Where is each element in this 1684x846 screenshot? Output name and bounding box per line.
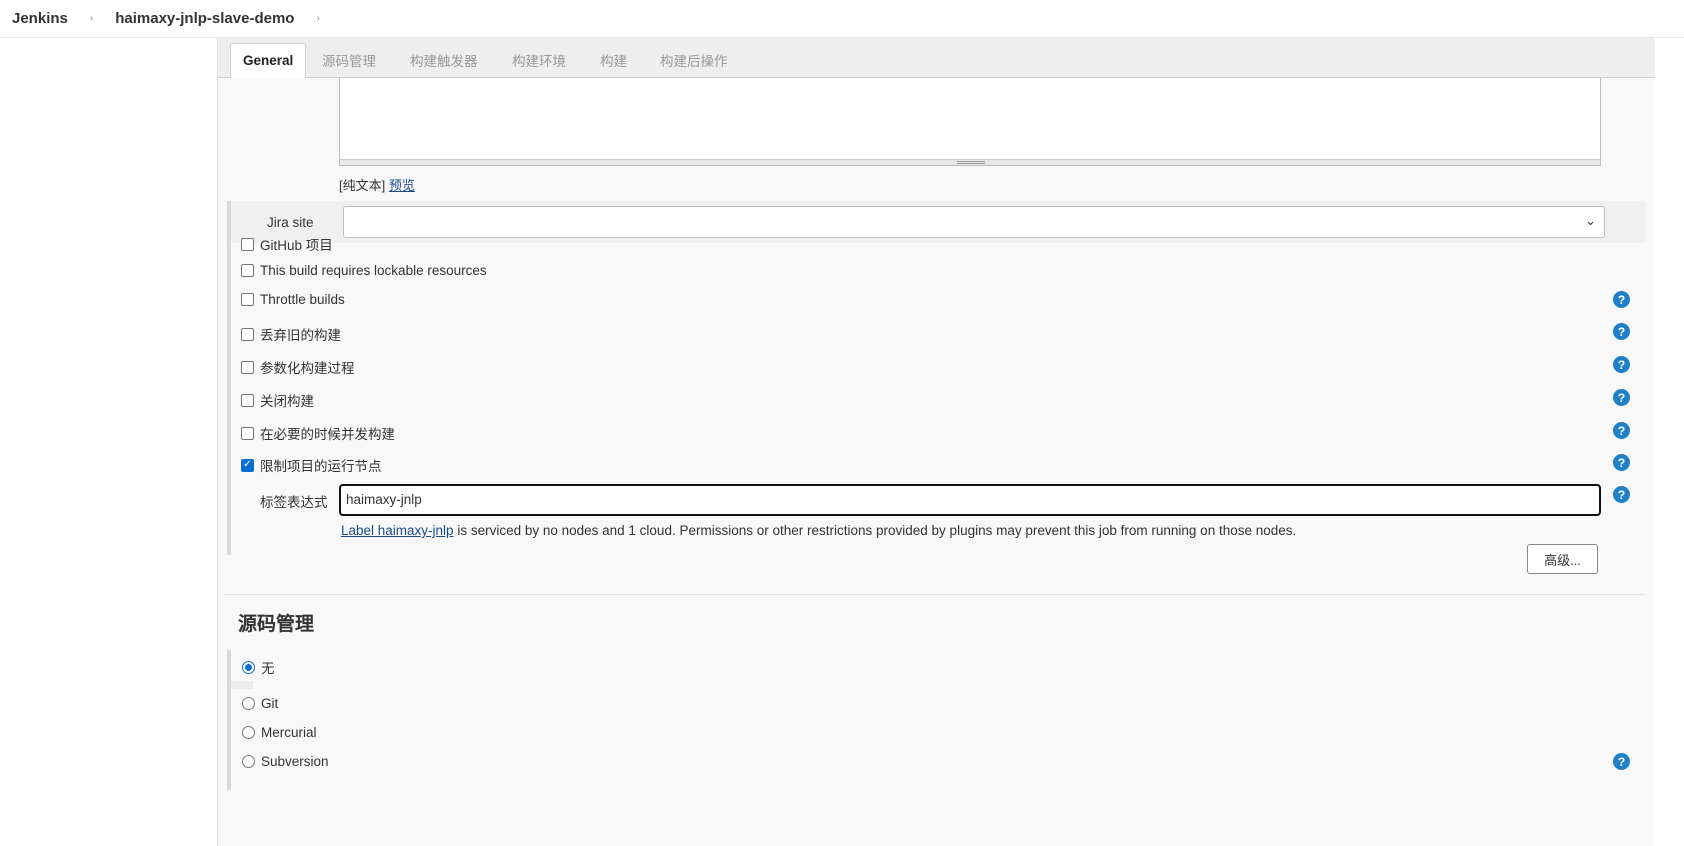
tab-build[interactable]: 构建 [600, 50, 627, 70]
chevron-right-icon: › [89, 13, 94, 24]
throttle-builds-checkbox[interactable] [241, 293, 254, 306]
option-label: This build requires lockable resources [260, 263, 487, 278]
tab-build-env[interactable]: 构建环境 [512, 50, 566, 70]
concurrent-builds-checkbox[interactable] [241, 426, 254, 440]
chevron-right-icon[interactable]: › [316, 13, 319, 24]
breadcrumb-project[interactable]: haimaxy-jnlp-slave-demo [115, 10, 294, 27]
label-expression-input[interactable]: haimaxy-jnlp [339, 484, 1601, 516]
breadcrumb: Jenkins › haimaxy-jnlp-slave-demo › [0, 0, 1684, 38]
help-icon[interactable]: ? [1613, 486, 1630, 503]
description-mode: [纯文本] 预览 [339, 175, 415, 194]
jira-site-label: Jira site [267, 215, 314, 230]
scm-selected-marker [231, 681, 253, 689]
scm-option-label: Mercurial [261, 725, 317, 740]
scm-group-bar [227, 650, 231, 790]
scm-section-title: 源码管理 [238, 614, 315, 635]
option-disable-build[interactable]: 关闭构建 [241, 390, 314, 410]
jira-site-select[interactable]: ⌄ [343, 206, 1605, 238]
label-expression-value: haimaxy-jnlp [346, 492, 422, 507]
section-divider [224, 594, 1645, 595]
label-expression-label: 标签表达式 [260, 495, 328, 510]
option-restrict-node[interactable]: ✓ 限制项目的运行节点 [241, 455, 382, 475]
scm-option-label: Git [261, 696, 279, 711]
option-label: 限制项目的运行节点 [260, 459, 382, 474]
discard-old-builds-checkbox[interactable] [241, 327, 254, 341]
option-label: 关闭构建 [260, 394, 314, 409]
scm-git-radio[interactable] [242, 697, 255, 710]
scm-option-label: Subversion [261, 754, 329, 769]
label-info: Label haimaxy-jnlp is serviced by no nod… [341, 523, 1296, 538]
help-icon[interactable]: ? [1613, 323, 1630, 340]
option-label: 丢弃旧的构建 [260, 328, 341, 343]
preview-link[interactable]: 预览 [389, 178, 415, 193]
tab-scm[interactable]: 源码管理 [322, 50, 376, 70]
help-icon[interactable]: ? [1613, 356, 1630, 373]
label-info-text: is serviced by no nodes and 1 cloud. Per… [453, 523, 1297, 538]
parameterized-checkbox[interactable] [241, 360, 254, 374]
lockable-resources-checkbox[interactable] [241, 264, 254, 277]
help-icon[interactable]: ? [1613, 454, 1630, 471]
option-concurrent-builds[interactable]: 在必要的时候并发构建 [241, 423, 395, 443]
option-discard-old-builds[interactable]: 丢弃旧的构建 [241, 324, 341, 344]
help-icon[interactable]: ? [1613, 422, 1630, 439]
option-label: GitHub 项目 [260, 238, 333, 253]
disable-build-checkbox[interactable] [241, 393, 254, 407]
scm-option-git[interactable]: Git [242, 696, 278, 711]
scm-option-none[interactable]: 无 [242, 657, 275, 677]
help-icon[interactable]: ? [1613, 291, 1630, 308]
option-github-project[interactable]: GitHub 项目 [241, 234, 333, 254]
scm-option-mercurial[interactable]: Mercurial [242, 725, 317, 740]
scm-subversion-radio[interactable] [242, 755, 255, 768]
tab-post-build[interactable]: 构建后操作 [660, 50, 728, 70]
scm-mercurial-radio[interactable] [242, 726, 255, 739]
config-tabs: General 源码管理 构建触发器 构建环境 构建 构建后操作 [218, 38, 1655, 79]
jira-site-row: Jira site ⌄ [227, 201, 1645, 243]
advanced-button[interactable]: 高级... [1527, 544, 1598, 574]
resize-handle-icon[interactable] [957, 161, 985, 164]
option-lockable-resources[interactable]: This build requires lockable resources [241, 263, 487, 278]
tab-general[interactable]: General [230, 43, 307, 79]
option-group-bar [227, 243, 231, 555]
textarea-resize-bar[interactable] [340, 159, 1600, 165]
label-link[interactable]: Label haimaxy-jnlp [341, 523, 454, 538]
option-parameterized[interactable]: 参数化构建过程 [241, 357, 355, 377]
github-project-checkbox[interactable] [241, 237, 254, 251]
description-textarea[interactable] [339, 78, 1601, 166]
scm-option-subversion[interactable]: Subversion [242, 754, 329, 769]
tab-triggers[interactable]: 构建触发器 [410, 50, 478, 70]
config-panel: General 源码管理 构建触发器 构建环境 构建 构建后操作 [纯文本] 预… [217, 38, 1655, 846]
option-label: 在必要的时候并发构建 [260, 427, 395, 442]
breadcrumb-jenkins[interactable]: Jenkins [12, 10, 68, 27]
help-icon[interactable]: ? [1613, 389, 1630, 406]
option-label: Throttle builds [260, 292, 345, 307]
restrict-node-checkbox[interactable]: ✓ [241, 458, 254, 472]
help-icon[interactable]: ? [1613, 753, 1630, 770]
option-throttle-builds[interactable]: Throttle builds [241, 292, 345, 307]
plain-text-label: [纯文本] [339, 178, 386, 193]
scm-none-radio[interactable] [242, 660, 255, 674]
chevron-down-icon: ⌄ [1585, 213, 1596, 228]
scm-option-label: 无 [261, 661, 275, 676]
option-label: 参数化构建过程 [260, 361, 355, 376]
